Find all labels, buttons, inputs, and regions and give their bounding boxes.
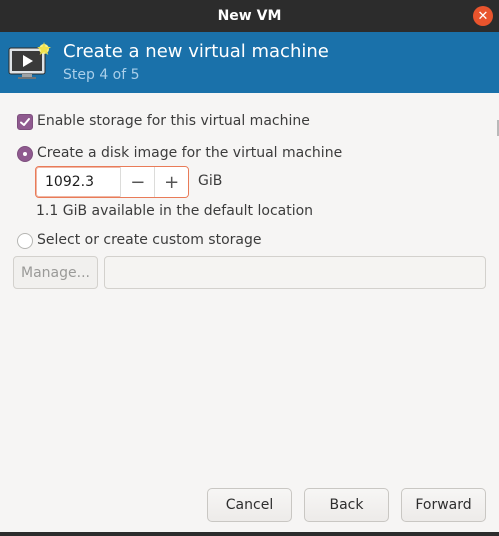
custom-storage-label[interactable]: Select or create custom storage [37, 232, 262, 248]
close-icon[interactable]: ✕ [473, 6, 493, 26]
window-titlebar: New VM ✕ [0, 0, 499, 32]
disk-size-input[interactable]: 1092.3 [36, 167, 120, 197]
storage-path-field[interactable] [104, 256, 486, 289]
enable-storage-checkbox[interactable] [17, 114, 33, 130]
available-space-text: 1.1 GiB available in the default locatio… [36, 203, 314, 219]
cancel-button[interactable]: Cancel [207, 488, 292, 522]
increment-button[interactable]: + [154, 167, 188, 197]
disk-size-spinbutton[interactable]: 1092.3 − + [35, 166, 189, 198]
window-title: New VM [217, 8, 282, 24]
disk-size-unit: GiB [198, 173, 223, 189]
step-indicator: Step 4 of 5 [63, 67, 140, 83]
checkmark-icon [20, 118, 30, 126]
decrement-button[interactable]: − [120, 167, 155, 197]
header-banner: Create a new virtual machine Step 4 of 5 [0, 32, 499, 93]
vm-display-icon [8, 42, 51, 79]
create-disk-radio[interactable] [17, 146, 33, 162]
forward-button[interactable]: Forward [401, 488, 486, 522]
custom-storage-radio[interactable] [17, 233, 33, 249]
create-disk-label[interactable]: Create a disk image for the virtual mach… [37, 145, 342, 161]
enable-storage-label[interactable]: Enable storage for this virtual machine [37, 113, 310, 129]
window-bottom-edge [0, 532, 499, 536]
page-title: Create a new virtual machine [63, 41, 329, 62]
back-button[interactable]: Back [304, 488, 389, 522]
manage-button[interactable]: Manage... [13, 256, 98, 289]
